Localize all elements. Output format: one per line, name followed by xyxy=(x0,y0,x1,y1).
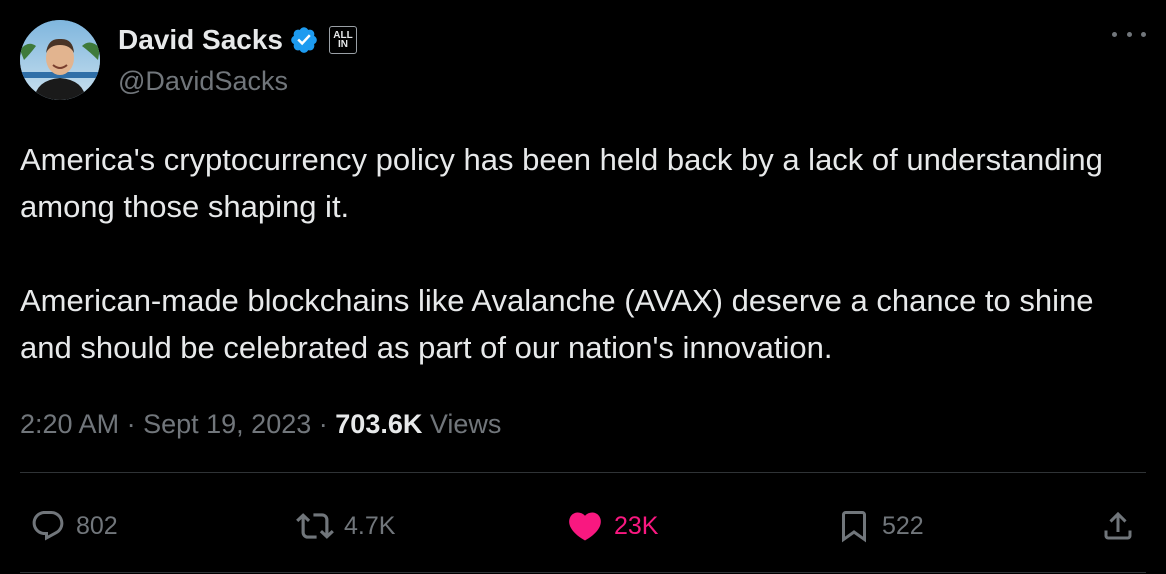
tweet-text: America's cryptocurrency policy has been… xyxy=(20,136,1150,371)
like-button[interactable]: 23K xyxy=(566,504,658,548)
meta-separator: · xyxy=(126,409,136,439)
more-dot xyxy=(1141,31,1146,37)
avatar[interactable] xyxy=(20,20,100,100)
author-handle[interactable]: @DavidSacks xyxy=(118,64,288,98)
views-count[interactable]: 703.6K xyxy=(335,409,422,439)
share-button[interactable] xyxy=(1100,504,1136,548)
bookmark-icon xyxy=(842,511,866,543)
reply-count: 802 xyxy=(76,511,118,540)
divider xyxy=(20,572,1146,573)
retweet-button[interactable]: 4.7K xyxy=(296,504,395,548)
author-name-row: David Sacks ALL IN xyxy=(118,22,357,58)
like-count: 23K xyxy=(614,511,659,540)
bookmark-count: 522 xyxy=(882,511,924,540)
divider xyxy=(20,472,1146,473)
tweet-card: David Sacks ALL IN @DavidSacks America's… xyxy=(0,0,1166,574)
reply-icon xyxy=(32,511,64,541)
heart-icon xyxy=(569,512,601,541)
share-icon xyxy=(1104,511,1132,540)
meta-separator: · xyxy=(318,409,328,439)
reply-button[interactable]: 802 xyxy=(30,504,118,548)
retweet-count: 4.7K xyxy=(344,511,396,540)
tweet-time[interactable]: 2:20 AM xyxy=(20,409,119,439)
tweet-paragraph: America's cryptocurrency policy has been… xyxy=(20,142,1103,224)
tweet-paragraph: American-made blockchains like Avalanche… xyxy=(20,283,1094,365)
views-label: Views xyxy=(429,409,502,439)
tweet-date[interactable]: Sept 19, 2023 xyxy=(143,409,311,439)
bookmark-button[interactable]: 522 xyxy=(836,504,924,548)
more-options-icon[interactable] xyxy=(1112,24,1146,44)
avatar-photo-icon xyxy=(20,20,100,100)
author-name[interactable]: David Sacks xyxy=(118,22,283,58)
tweet-meta: 2:20 AM · Sept 19, 2023 · 703.6K Views xyxy=(20,406,501,442)
verified-badge-icon[interactable] xyxy=(289,25,319,55)
more-dot xyxy=(1126,31,1132,37)
affiliate-badge[interactable]: ALL IN xyxy=(329,26,357,54)
more-dot xyxy=(1112,31,1117,37)
retweet-icon xyxy=(296,513,334,539)
